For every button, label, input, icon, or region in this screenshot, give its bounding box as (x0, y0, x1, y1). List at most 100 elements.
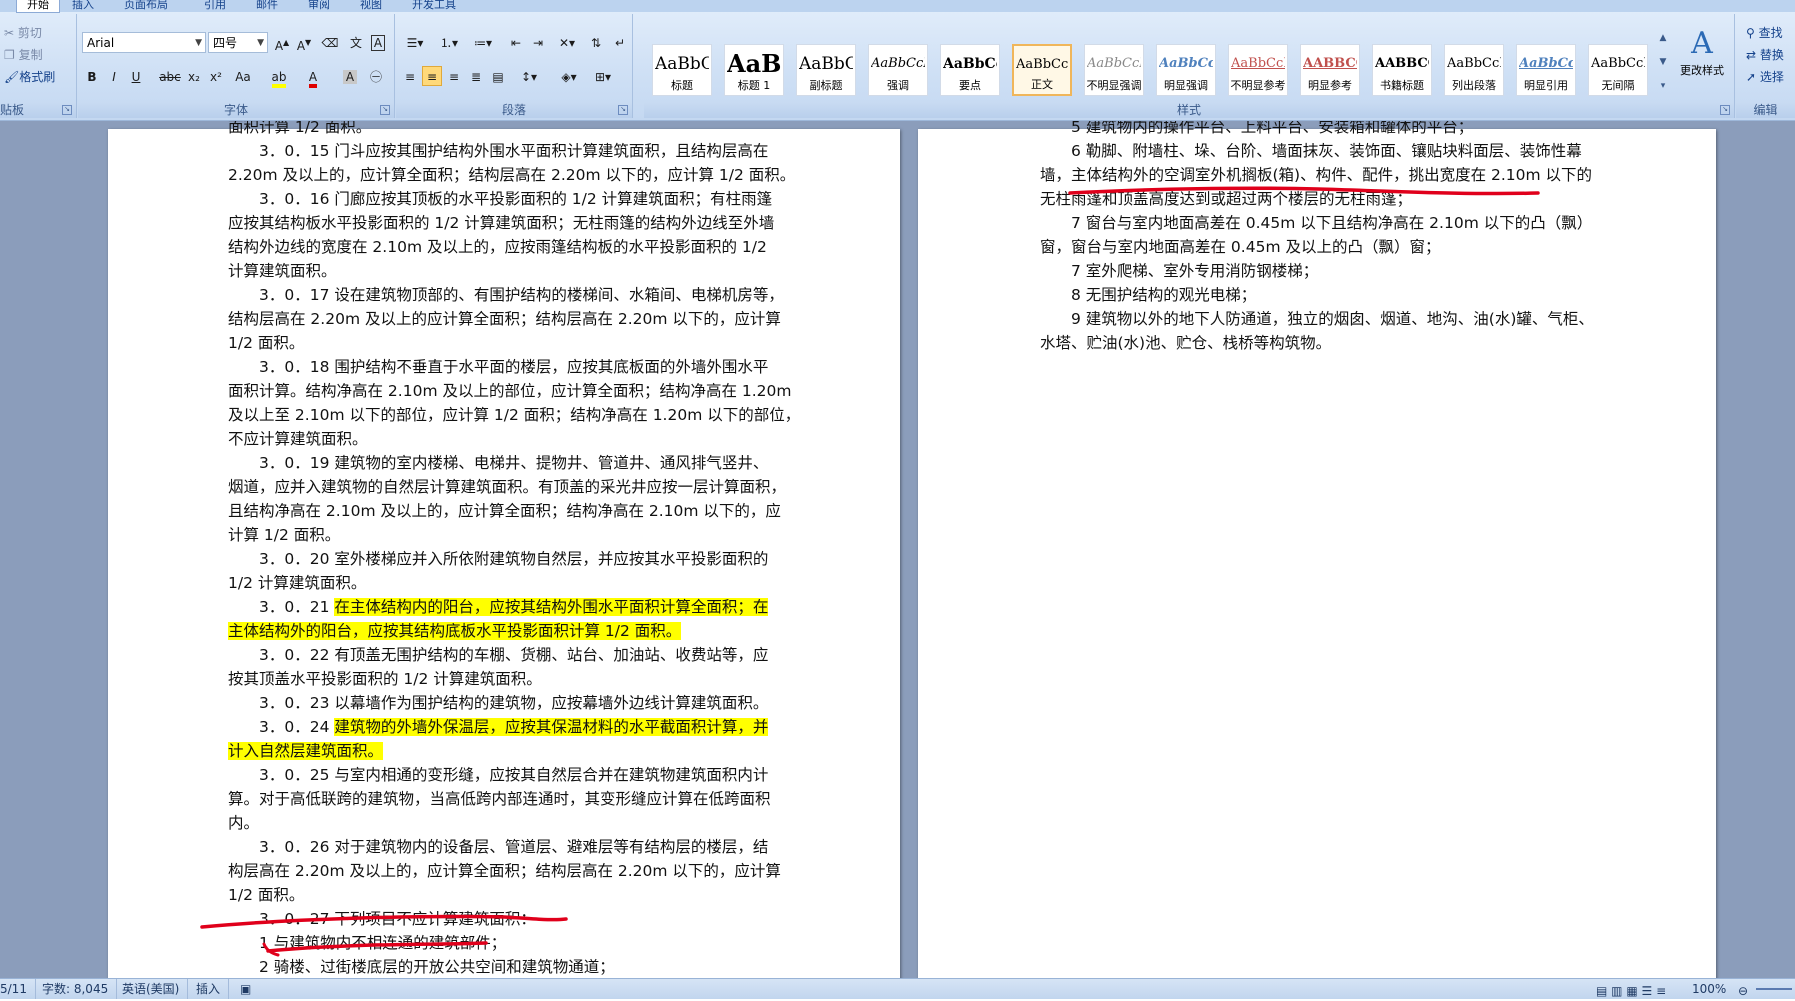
text-segment: 结构层高在 2.20m 及以上的应计算全面积；结构层高在 2.20m 以下的，应… (228, 310, 781, 328)
grow-font-button[interactable]: A▲ (272, 32, 292, 53)
page-right[interactable]: 5 建筑物内的操作平台、上料平台、安装箱和罐体的平台； 6 勒脚、附墙柱、垛、台… (918, 121, 1716, 978)
web-layout-view-icon[interactable]: ▦ (1626, 984, 1637, 998)
strikethrough-button[interactable]: abc (158, 66, 182, 86)
tab-home[interactable]: 开始 (16, 0, 60, 13)
highlight-color-button[interactable]: ab (266, 66, 292, 88)
phonetic-guide-button[interactable]: 文 (346, 32, 366, 52)
change-case-button[interactable]: Aa (230, 66, 256, 86)
full-screen-view-icon[interactable]: ▥ (1611, 984, 1622, 998)
style-item[interactable]: AaBbCcDc 明显强调 (1156, 44, 1216, 96)
zoom-out-icon[interactable]: ⊖ (1738, 981, 1748, 1001)
shrink-font-button[interactable]: A▼ (294, 32, 314, 53)
multilevel-list-button[interactable]: ≔▾ (468, 32, 498, 52)
font-color-button[interactable]: A (300, 66, 326, 88)
cut-button[interactable]: ✂ 剪切 (4, 24, 42, 41)
font-name-combo[interactable]: Arial ▼ (82, 32, 206, 53)
underline-button[interactable]: U (126, 66, 146, 86)
distribute-button[interactable]: ▤ (488, 66, 508, 86)
tab-view[interactable]: 视图 (360, 0, 382, 12)
format-painter-button[interactable]: 🖌格式刷 (4, 68, 55, 85)
style-item[interactable]: AaBl 标题 1 (724, 44, 784, 96)
style-name: 无间隔 (1601, 79, 1635, 92)
phonetic-icon: 文 (349, 36, 362, 50)
borders-button[interactable]: ⊞▾ (588, 66, 618, 86)
style-item[interactable]: AaBbCcD 要点 (940, 44, 1000, 96)
outdent-icon: ⇤ (510, 36, 522, 50)
style-item[interactable]: AaBbC 副标题 (796, 44, 856, 96)
font-dialog-launcher[interactable]: ↘ (380, 105, 390, 115)
style-item[interactable]: AaBbCcD 不明显参考 (1228, 44, 1288, 96)
shading-button[interactable]: ◈▾ (554, 66, 584, 86)
print-layout-view-icon[interactable]: ▤ (1596, 984, 1607, 998)
tab-mailings[interactable]: 邮件 (256, 0, 278, 12)
change-styles-button[interactable]: A 更改样式 (1674, 26, 1730, 98)
style-name: 不明显参考 (1230, 79, 1286, 92)
tab-references[interactable]: 引用 (204, 0, 226, 12)
style-item[interactable]: AABBCCI 明显参考 (1300, 44, 1360, 96)
paragraph-dialog-launcher[interactable]: ↘ (618, 105, 628, 115)
tab-insert[interactable]: 插入 (72, 0, 94, 12)
copy-button[interactable]: ❐ 复制 (4, 46, 43, 63)
clear-format-button[interactable]: ⌫ (320, 32, 340, 52)
char-shading-button[interactable]: A (340, 66, 360, 86)
clipboard-dialog-launcher[interactable]: ↘ (62, 105, 72, 115)
show-marks-button[interactable]: ↵ (610, 32, 630, 52)
sort-button[interactable]: ⇅ (586, 32, 606, 52)
clipboard-group: ✂ 剪切 ❐ 复制 🖌格式刷 贴板 ↘ (0, 14, 77, 118)
style-item[interactable]: AABBCCI 书籍标题 (1372, 44, 1432, 96)
text-segment: 水塔、贮油(水)池、贮仓、栈桥等构筑物。 (1040, 334, 1332, 352)
macro-record-icon[interactable]: ▣ (240, 979, 259, 999)
styles-dialog-launcher[interactable]: ↘ (1720, 105, 1730, 115)
line-spacing-button[interactable]: ↕▾ (514, 66, 544, 86)
justify-button[interactable]: ≣ (466, 66, 486, 86)
decrease-indent-button[interactable]: ⇤ (506, 32, 526, 52)
outline-view-icon[interactable]: ☰ (1642, 984, 1653, 998)
align-left-button[interactable]: ≡ (400, 66, 420, 86)
font-size-combo[interactable]: 四号 ▼ (208, 32, 268, 53)
align-center-button[interactable]: ≡ (422, 66, 442, 86)
status-word-count[interactable]: 字数: 8,045 (42, 979, 118, 999)
select-button[interactable]: ➚ 选择 (1746, 68, 1784, 85)
zoom-slider[interactable] (1756, 988, 1792, 990)
text-line: 1/2 面积。 (228, 331, 304, 355)
status-insert-mode[interactable]: 插入 (196, 979, 230, 999)
text-line: 3．0．18 围护结构不垂直于水平面的楼层，应按其底板面的外墙外围水平 (228, 355, 768, 379)
find-label: 查找 (1758, 26, 1783, 40)
style-item[interactable]: AaBbC 标题 (652, 44, 712, 96)
find-button[interactable]: ⚲ 查找 (1746, 24, 1783, 41)
tab-developer[interactable]: 开发工具 (412, 0, 456, 12)
page-left[interactable]: 面积计算 1/2 面积。 3．0．15 门斗应按其围护结构外围水平面积计算建筑面… (108, 121, 900, 978)
status-language[interactable]: 英语(美国) (122, 979, 189, 999)
superscript-button[interactable]: x² (206, 66, 226, 86)
numbering-button[interactable]: ⒈▾ (434, 32, 464, 52)
text-line: 面积计算。结构净高在 2.10m 及以上的部位，应计算全面积；结构净高在 1.2… (228, 379, 792, 403)
replace-button[interactable]: ⇄ 替换 (1746, 46, 1784, 63)
char-border-button[interactable]: A (368, 32, 388, 52)
text-segment: 3．0．23 以幕墙作为围护结构的建筑物，应按幕墙外边线计算建筑面积。 (228, 694, 769, 712)
bold-button[interactable]: B (82, 66, 102, 86)
subscript-button[interactable]: x₂ (184, 66, 204, 86)
justify-icon: ≣ (470, 70, 482, 84)
style-item[interactable]: AaBbCcDc 明显引用 (1516, 44, 1576, 96)
style-item[interactable]: AaBbCcDc 不明显强调 (1084, 44, 1144, 96)
chinese-layout-button[interactable]: ✕▾ (552, 32, 582, 52)
style-item[interactable]: AaBbCcDc 强调 (868, 44, 928, 96)
status-page-number[interactable]: 5/11 (0, 979, 36, 999)
cut-label: 剪切 (17, 26, 42, 40)
enclose-char-button[interactable]: ㊀ (366, 66, 386, 86)
replace-icon: ⇄ (1746, 48, 1757, 62)
italic-button[interactable]: I (104, 66, 124, 86)
increase-indent-button[interactable]: ⇥ (528, 32, 548, 52)
tab-page-layout[interactable]: 页面布局 (124, 0, 168, 12)
bullets-button[interactable]: ☰▾ (400, 32, 430, 52)
style-item[interactable]: AaBbCcDc 列出段落 (1444, 44, 1504, 96)
style-item[interactable]: AaBbCcDc 正文 (1012, 44, 1072, 96)
text-line: 3．0．19 建筑物的室内楼梯、电梯井、提物井、管道井、通风排气竖井、 (228, 451, 768, 475)
draft-view-icon[interactable]: ≡ (1656, 984, 1666, 998)
zoom-level[interactable]: 100% (1692, 979, 1734, 999)
gallery-scroll[interactable]: ▲ ▼ ▾ (1656, 26, 1670, 98)
tab-review[interactable]: 审阅 (308, 0, 330, 12)
align-right-button[interactable]: ≡ (444, 66, 464, 86)
style-item[interactable]: AaBbCcDc 无间隔 (1588, 44, 1648, 96)
text-segment: 5 建筑物内的操作平台、上料平台、安装箱和罐体的平台； (1040, 121, 1474, 136)
